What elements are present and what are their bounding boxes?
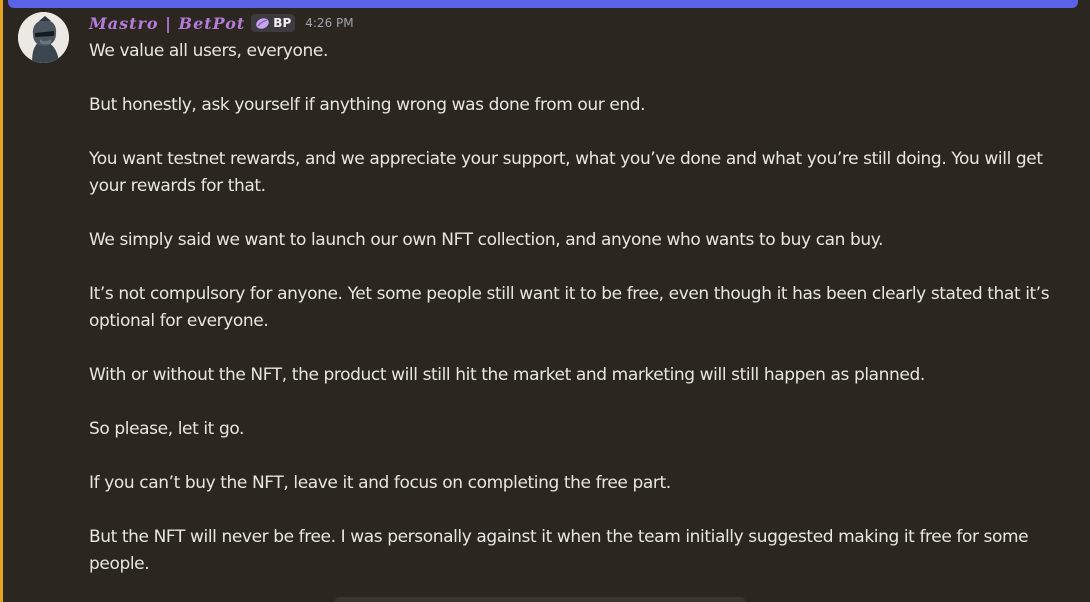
previous-message-highlight: [8, 0, 1078, 8]
message-paragraph: But honestly, ask yourself if anything w…: [89, 95, 646, 115]
message-paragraph: We simply said we want to launch our own…: [89, 230, 884, 250]
message-paragraph: With or without the NFT, the product wil…: [89, 365, 925, 385]
message-content: We value all users, everyone. But honest…: [89, 38, 1064, 602]
chat-viewport: Mastro | BetPot BP 4:26 PM We value all …: [0, 0, 1090, 602]
message-header: Mastro | BetPot BP 4:26 PM: [89, 12, 354, 34]
message-paragraph: So please, let it go.: [89, 419, 245, 439]
message-paragraph: You want testnet rewards, and we appreci…: [89, 149, 1043, 196]
message-paragraph: But the NFT will never be free. I was pe…: [89, 527, 1029, 574]
message-paragraph: It’s not compulsory for anyone. Yet some…: [89, 284, 1050, 331]
ape-avatar-icon: [18, 12, 69, 63]
message-paragraph: We value all users, everyone.: [89, 41, 328, 61]
author-avatar[interactable]: [18, 12, 69, 63]
author-name[interactable]: Mastro | BetPot: [89, 14, 245, 33]
role-tag-text: BP: [273, 16, 292, 30]
role-badge[interactable]: BP: [251, 14, 296, 32]
purple-pill-icon: [255, 17, 270, 30]
jump-to-present-bar[interactable]: [335, 597, 745, 602]
mention-highlight-bar: [0, 0, 3, 602]
message-timestamp[interactable]: 4:26 PM: [305, 16, 353, 30]
message-paragraph: If you can’t buy the NFT, leave it and f…: [89, 473, 671, 493]
